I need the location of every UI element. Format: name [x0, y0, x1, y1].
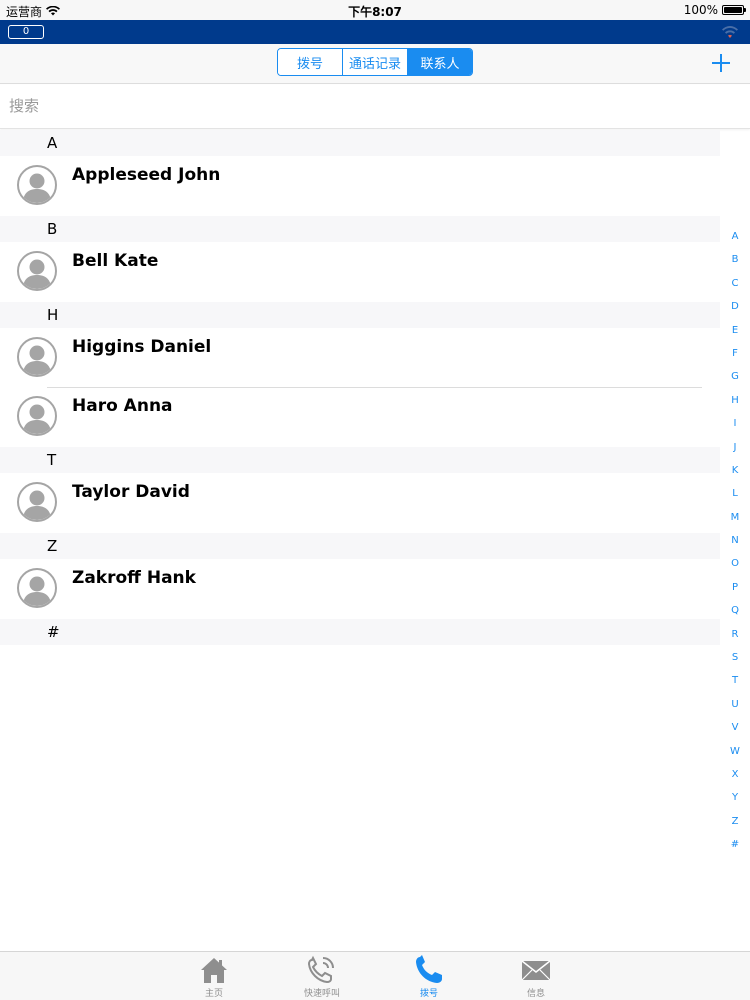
section-header: B [0, 216, 720, 242]
contact-row[interactable]: Appleseed John [0, 156, 720, 215]
tab-label: 信息 [526, 989, 545, 999]
contact-row[interactable]: Taylor David [0, 473, 720, 532]
section-body: Taylor David [0, 473, 720, 533]
contact-name: Haro Anna [72, 396, 173, 416]
nav-bar: 拨号 通话记录 联系人 [0, 44, 750, 84]
index-letter[interactable]: U [725, 698, 745, 721]
home-icon [174, 954, 254, 986]
tab-label: 拨号 [419, 989, 438, 999]
index-letter[interactable]: T [725, 674, 745, 697]
index-letter[interactable]: M [725, 511, 745, 534]
avatar-icon [17, 568, 57, 608]
tab-label: 主页 [204, 989, 223, 999]
section-header: H [0, 302, 720, 328]
phone-icon [389, 954, 469, 986]
index-letter[interactable]: Z [725, 815, 745, 838]
index-letter[interactable]: O [725, 557, 745, 580]
index-letter[interactable]: X [725, 768, 745, 791]
tab-speed-dial[interactable]: 快速呼叫 [282, 954, 362, 999]
status-right: 100% [683, 3, 746, 17]
view-segmented-control: 拨号 通话记录 联系人 [277, 48, 473, 76]
index-letter[interactable]: A [725, 230, 745, 253]
network-status-icon [722, 24, 738, 43]
index-letter[interactable]: D [725, 300, 745, 323]
contact-row[interactable]: Higgins Daniel [0, 328, 720, 387]
search-bar [0, 85, 750, 129]
index-letter[interactable]: R [725, 628, 745, 651]
plus-icon [712, 54, 730, 72]
tab-label: 快速呼叫 [303, 989, 340, 999]
index-letter[interactable]: E [725, 324, 745, 347]
section-body: Bell Kate [0, 242, 720, 302]
tab-bar: 主页 快速呼叫 拨号 信息 [0, 951, 750, 1000]
contact-list[interactable]: A Appleseed John B Bell Kate H Higgins Daniel… [0, 130, 720, 646]
contact-row[interactable]: Bell Kate [0, 242, 720, 301]
battery-icon [722, 5, 746, 15]
index-letter[interactable]: W [725, 745, 745, 768]
tab-dial[interactable]: 拨号 [389, 954, 469, 999]
index-letter[interactable]: S [725, 651, 745, 674]
contact-name: Appleseed John [72, 165, 221, 185]
index-letter[interactable]: K [725, 464, 745, 487]
contact-name: Bell Kate [72, 251, 159, 271]
index-letter[interactable]: B [725, 253, 745, 276]
index-letter[interactable]: C [725, 277, 745, 300]
index-letter[interactable]: # [725, 838, 745, 861]
section-header: T [0, 447, 720, 473]
speed-dial-icon [282, 954, 362, 986]
section-body [0, 645, 720, 646]
section-header: Z [0, 533, 720, 559]
index-letter[interactable]: N [725, 534, 745, 557]
index-letter[interactable]: F [725, 347, 745, 370]
index-letter[interactable]: L [725, 487, 745, 510]
section-body: Zakroff Hank [0, 559, 720, 619]
status-time: 下午8:07 [348, 5, 402, 19]
segment-0[interactable]: 拨号 [278, 49, 343, 75]
section-header: A [0, 130, 720, 156]
contact-name: Higgins Daniel [72, 337, 212, 357]
index-letter[interactable]: I [725, 417, 745, 440]
message-icon [496, 954, 576, 986]
section-body: Higgins Daniel Haro Anna [0, 328, 720, 447]
app-bar: 0 [0, 20, 750, 44]
avatar-icon [17, 482, 57, 522]
index-letter[interactable]: G [725, 370, 745, 393]
tab-home[interactable]: 主页 [174, 954, 254, 999]
tab-messages[interactable]: 信息 [496, 954, 576, 999]
contact-row[interactable]: Haro Anna [0, 387, 720, 446]
index-letter[interactable]: P [725, 581, 745, 604]
contact-row[interactable]: Zakroff Hank [0, 559, 720, 618]
index-letter[interactable]: V [725, 721, 745, 744]
add-contact-button[interactable] [710, 52, 732, 74]
search-input[interactable] [0, 85, 700, 127]
counter-badge: 0 [8, 25, 44, 39]
segment-1[interactable]: 通话记录 [343, 49, 408, 75]
contact-name: Zakroff Hank [72, 568, 196, 588]
battery-percent: 100% [683, 3, 718, 17]
avatar-icon [17, 251, 57, 291]
alphabet-index[interactable]: A B C D E F G H I J K L M N O P Q R S T U V W X Y Z # [725, 230, 745, 862]
index-letter[interactable]: Q [725, 604, 745, 627]
index-letter[interactable]: H [725, 394, 745, 417]
avatar-icon [17, 337, 57, 377]
index-letter[interactable]: Y [725, 791, 745, 814]
segment-2[interactable]: 联系人 [408, 49, 472, 75]
index-letter[interactable]: J [725, 441, 745, 464]
avatar-icon [17, 165, 57, 205]
section-header: # [0, 619, 720, 645]
section-body: Appleseed John [0, 156, 720, 216]
status-bar: 运营商 下午8:07 100% [0, 0, 750, 20]
avatar-icon [17, 396, 57, 436]
contact-name: Taylor David [72, 482, 190, 502]
